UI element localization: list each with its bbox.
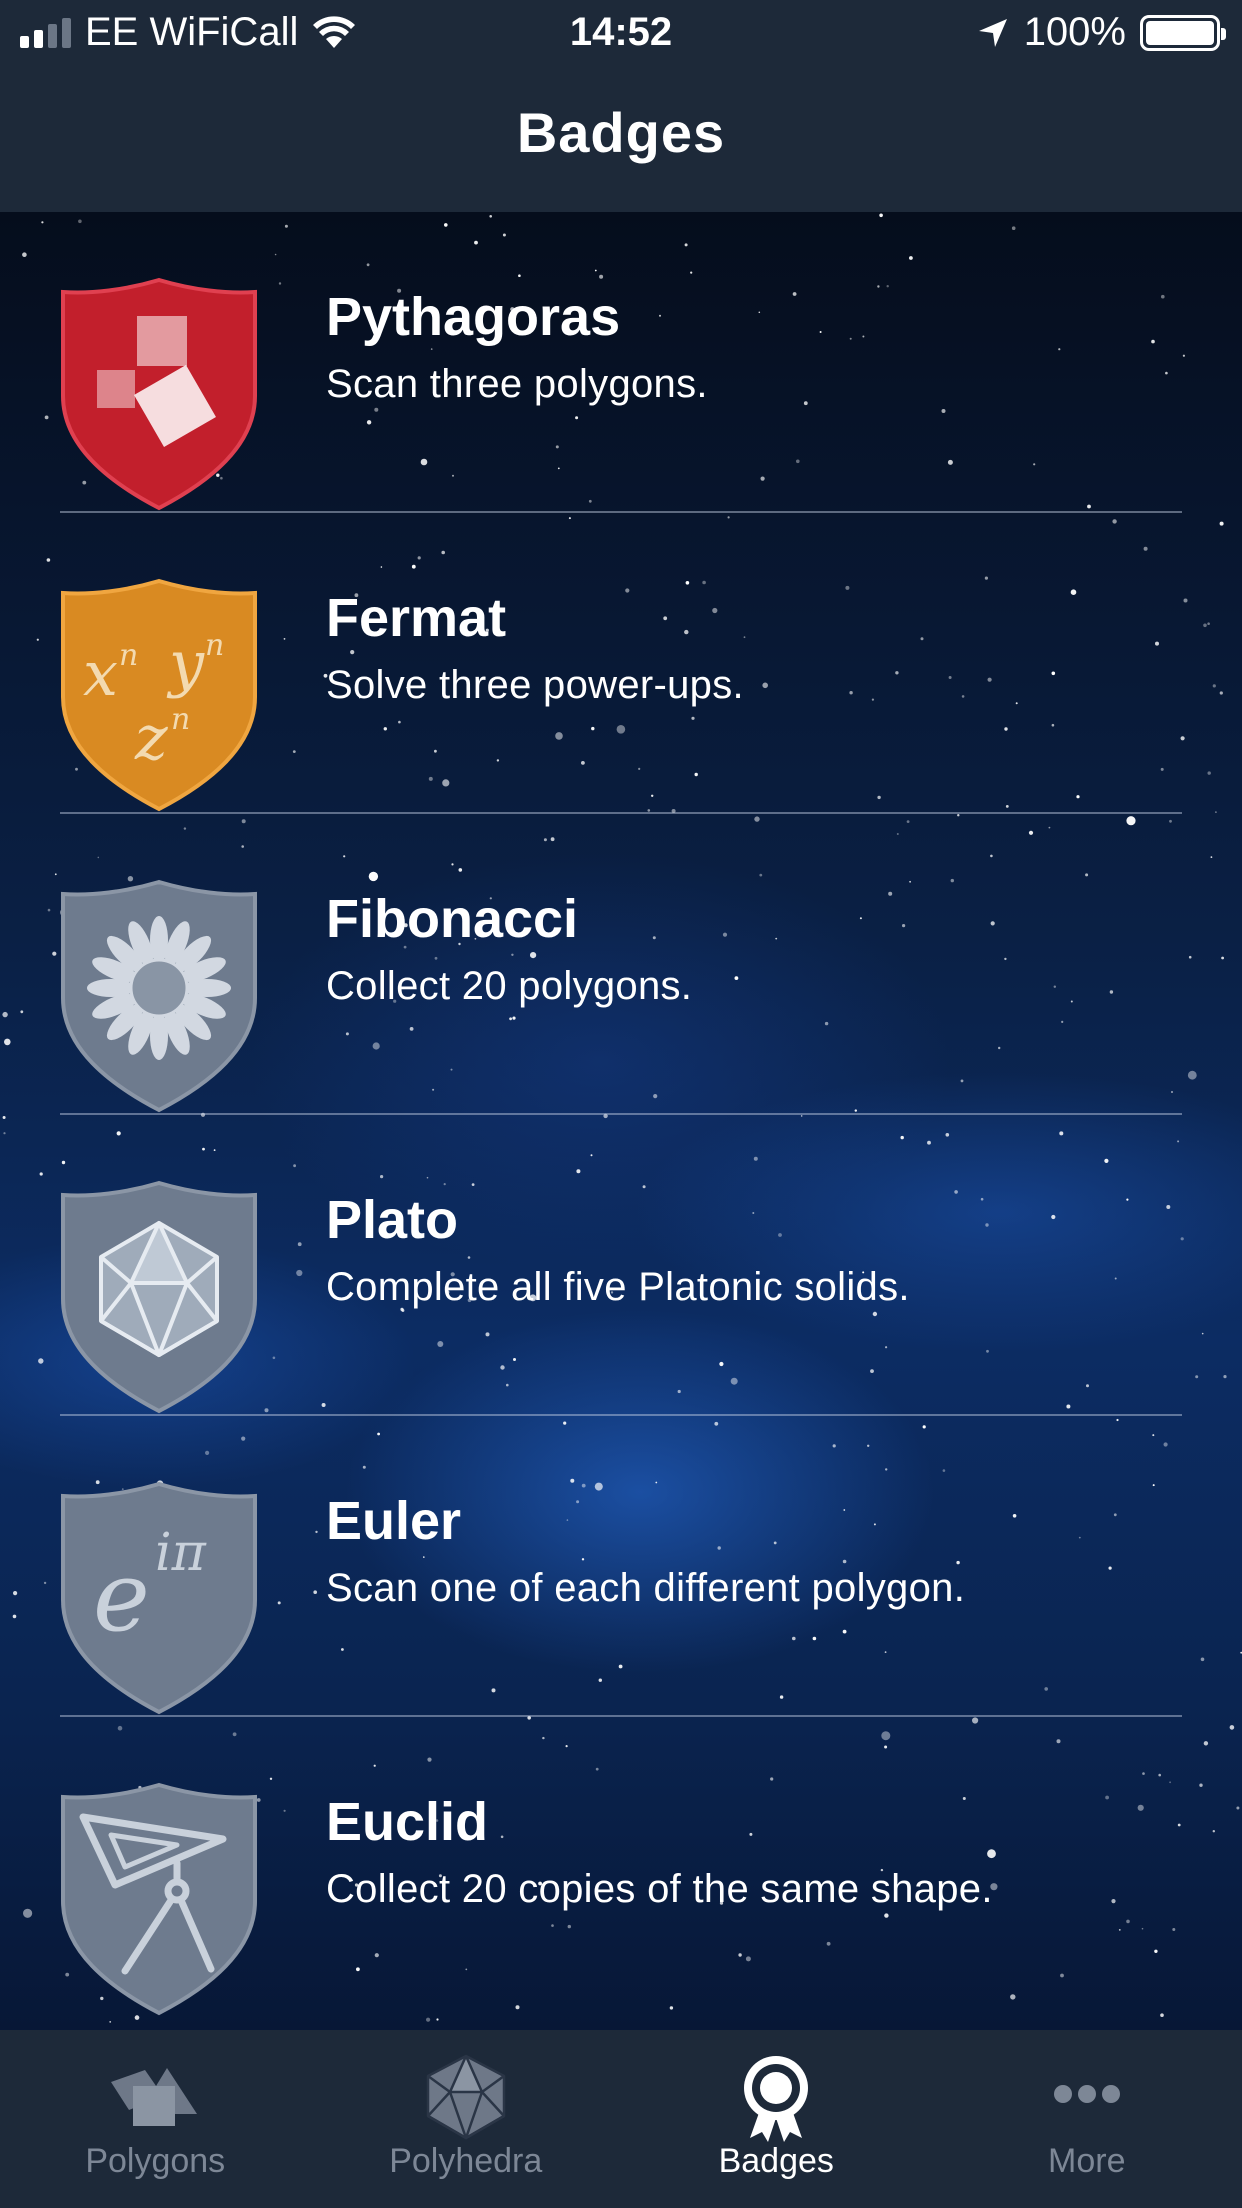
badge-description: Collect 20 polygons. (326, 964, 693, 1008)
pythagoras-shield-icon (61, 277, 257, 511)
badge-row-fermat[interactable]: xn yn zn Fermat Solve three power-ups. (0, 513, 1242, 814)
polygons-icon (111, 2068, 198, 2126)
more-icon (1053, 2085, 1120, 2103)
badge-description: Solve three power-ups. (326, 663, 744, 707)
tab-label: More (1048, 2142, 1126, 2180)
tab-more[interactable]: More (932, 2030, 1242, 2208)
svg-text:x: x (83, 637, 118, 710)
badge-title: Euclid (326, 1792, 489, 1852)
badge-title: Plato (326, 1190, 459, 1250)
badge-title: Euler (326, 1491, 462, 1551)
badge-icon (744, 2056, 809, 2142)
badge-title: Pythagoras (326, 287, 621, 347)
tab-polygons[interactable]: Polygons (0, 2030, 311, 2208)
badge-row-euclid[interactable]: Euclid Collect 20 copies of the same sha… (0, 1717, 1242, 2018)
tab-label: Polygons (85, 2142, 226, 2180)
status-bar: EE WiFiCall 14:52 100% (0, 0, 1242, 68)
fibonacci-shield-icon (61, 879, 257, 1113)
badge-row-euler[interactable]: e iπ Euler Scan one of each different po… (0, 1416, 1242, 1717)
tab-label: Badges (718, 2142, 834, 2180)
location-arrow-icon (978, 18, 1007, 47)
badge-description: Scan one of each different polygon. (326, 1566, 966, 1610)
tab-label: Polyhedra (389, 2142, 543, 2180)
badge-row-plato[interactable]: Plato Complete all five Platonic solids. (0, 1115, 1242, 1416)
tab-bar: Polygons Polyhedra Badges More (0, 2030, 1242, 2208)
euler-shield-icon: e iπ (61, 1481, 257, 1715)
battery-percentage: 100% (1023, 10, 1126, 54)
svg-text:y: y (166, 627, 205, 700)
badge-description: Collect 20 copies of the same shape. (326, 1867, 993, 1911)
svg-text:n: n (119, 638, 138, 673)
badge-list[interactable]: Pythagoras Scan three polygons. xn yn zn… (0, 212, 1242, 2018)
badge-row-pythagoras[interactable]: Pythagoras Scan three polygons. (0, 212, 1242, 513)
page-title: Badges (516, 101, 726, 164)
tab-badges[interactable]: Badges (621, 2030, 932, 2208)
badge-title: Fibonacci (326, 889, 579, 949)
svg-text:z: z (134, 701, 168, 774)
badge-description: Scan three polygons. (326, 362, 708, 406)
badge-title: Fermat (326, 588, 507, 648)
tab-polyhedra[interactable]: Polyhedra (311, 2030, 622, 2208)
polyhedra-icon (426, 2054, 505, 2140)
fermat-shield-icon: xn yn zn (61, 578, 257, 812)
plato-shield-icon (61, 1180, 257, 1414)
battery-icon (1140, 14, 1226, 51)
euclid-shield-icon (61, 1782, 257, 2016)
svg-text:n: n (205, 628, 224, 663)
svg-text:n: n (171, 702, 190, 737)
badge-row-fibonacci[interactable]: Fibonacci Collect 20 polygons. (0, 814, 1242, 1115)
top-bar: EE WiFiCall 14:52 100% Badges (0, 0, 1242, 212)
svg-text:e: e (93, 1541, 150, 1653)
badge-description: Complete all five Platonic solids. (326, 1265, 910, 1309)
svg-text:iπ: iπ (155, 1523, 207, 1583)
